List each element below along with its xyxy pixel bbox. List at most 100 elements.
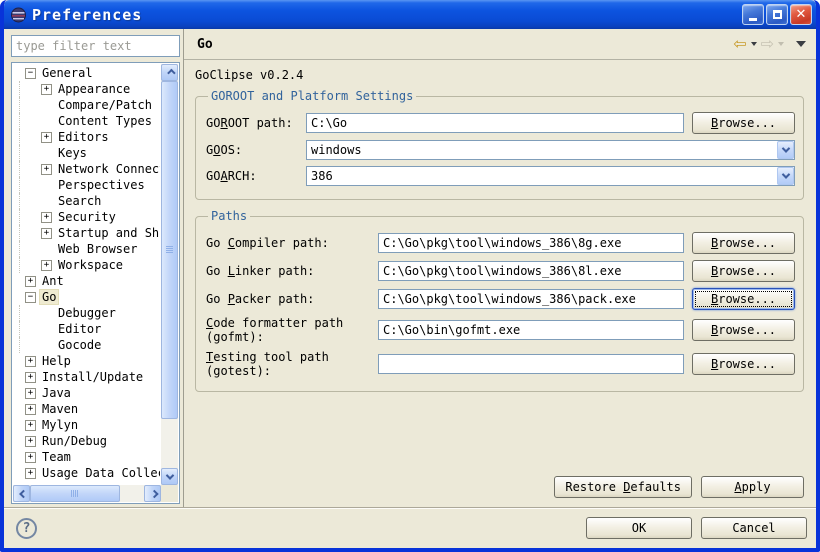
- restore-defaults-button[interactable]: Restore Defaults: [554, 476, 692, 498]
- tree-item-go[interactable]: −Go: [13, 289, 160, 305]
- vertical-scroll-thumb[interactable]: [161, 81, 178, 419]
- tree-item-usage-data-collect[interactable]: +Usage Data Collect: [13, 465, 160, 481]
- expand-icon[interactable]: +: [25, 452, 36, 463]
- code-formatter-path-gofmt-browse-button[interactable]: Browse...: [692, 319, 795, 341]
- expand-icon[interactable]: +: [41, 212, 52, 223]
- tree-indent-guide: [19, 113, 40, 129]
- maximize-button[interactable]: [766, 4, 788, 25]
- tree-item-web-browser[interactable]: Web Browser: [13, 241, 160, 257]
- tree-item-editors[interactable]: +Editors: [13, 129, 160, 145]
- tree-item-appearance[interactable]: +Appearance: [13, 81, 160, 97]
- field-row: GOROOT path: Browse...: [206, 112, 795, 134]
- tree-item-java[interactable]: +Java: [13, 385, 160, 401]
- expand-icon[interactable]: +: [41, 164, 52, 175]
- tree-item-mylyn[interactable]: +Mylyn: [13, 417, 160, 433]
- tree-item-debugger[interactable]: Debugger: [13, 305, 160, 321]
- help-button[interactable]: ?: [16, 518, 37, 539]
- tree-item-ant[interactable]: +Ant: [13, 273, 160, 289]
- question-mark-icon: ?: [23, 521, 31, 536]
- expand-icon[interactable]: +: [41, 228, 52, 239]
- tree-indent-guide: [19, 161, 40, 177]
- expand-icon[interactable]: +: [41, 132, 52, 143]
- close-button[interactable]: ✕: [790, 4, 812, 25]
- expand-icon[interactable]: +: [25, 436, 36, 447]
- view-menu-icon[interactable]: [796, 41, 806, 47]
- expand-icon[interactable]: +: [41, 84, 52, 95]
- tree-item-workspace[interactable]: +Workspace: [13, 257, 160, 273]
- expand-icon[interactable]: +: [25, 276, 36, 287]
- expand-icon[interactable]: +: [25, 356, 36, 367]
- go-linker-path-input[interactable]: [378, 261, 684, 281]
- go-compiler-path-input[interactable]: [378, 233, 684, 253]
- goarch-combo[interactable]: 386: [306, 166, 795, 186]
- tree-item-network-connect[interactable]: +Network Connect: [13, 161, 160, 177]
- goroot-path-input[interactable]: [306, 113, 684, 133]
- goos-combo[interactable]: windows: [306, 140, 795, 160]
- expand-icon[interactable]: +: [25, 420, 36, 431]
- tree-item-label: Search: [56, 194, 103, 208]
- plugin-version-label: GoClipse v0.2.4: [195, 68, 806, 82]
- collapse-icon[interactable]: −: [25, 292, 36, 303]
- expand-icon[interactable]: +: [41, 260, 52, 271]
- titlebar[interactable]: Preferences ✕: [4, 0, 816, 29]
- tree-item-install-update[interactable]: +Install/Update: [13, 369, 160, 385]
- tree-indent-guide: [19, 369, 24, 385]
- field-row: Go Compiler path:Browse...: [206, 232, 795, 254]
- scroll-left-button[interactable]: [13, 485, 30, 502]
- tree-item-content-types[interactable]: Content Types: [13, 113, 160, 129]
- tree-item-startup-and-shu[interactable]: + Startup and Shu: [13, 225, 160, 241]
- horizontal-scroll-track[interactable]: [120, 485, 144, 502]
- scroll-up-button[interactable]: [161, 64, 178, 81]
- combo-dropdown-button[interactable]: [777, 141, 794, 159]
- tree-item-perspectives[interactable]: Perspectives: [13, 177, 160, 193]
- goroot-path-label: GOROOT path:: [206, 116, 306, 130]
- go-packer-path-input[interactable]: [378, 289, 684, 309]
- tree-item-keys[interactable]: Keys: [13, 145, 160, 161]
- filter-input[interactable]: [11, 35, 180, 57]
- tree-item-security[interactable]: + Security: [13, 209, 160, 225]
- scrollbar-corner: [161, 485, 178, 502]
- field-row: Go Linker path:Browse...: [206, 260, 795, 282]
- tree-item-search[interactable]: Search: [13, 193, 160, 209]
- expand-icon[interactable]: +: [25, 404, 36, 415]
- testing-tool-path-gotest-browse-button[interactable]: Browse...: [692, 353, 795, 375]
- testing-tool-path-gotest-input[interactable]: [378, 354, 684, 374]
- scroll-right-button[interactable]: [144, 485, 161, 502]
- tree-item-label: General: [40, 66, 95, 80]
- tree-item-maven[interactable]: +Maven: [13, 401, 160, 417]
- tree-item-team[interactable]: +Team: [13, 449, 160, 465]
- forward-button[interactable]: ⇨: [761, 36, 774, 52]
- expand-icon[interactable]: +: [25, 468, 36, 479]
- horizontal-scroll-thumb[interactable]: [30, 485, 120, 502]
- tree-item-editor[interactable]: Editor: [13, 321, 160, 337]
- tree-item-run-debug[interactable]: +Run/Debug: [13, 433, 160, 449]
- combo-dropdown-button[interactable]: [777, 167, 794, 185]
- tree-item-compare-patch[interactable]: Compare/Patch: [13, 97, 160, 113]
- expand-icon[interactable]: +: [25, 372, 36, 383]
- ok-button[interactable]: OK: [586, 517, 692, 539]
- forward-history-dropdown-icon[interactable]: [778, 42, 784, 46]
- tree-item-help[interactable]: +Help: [13, 353, 160, 369]
- tree-item-general[interactable]: −General: [13, 65, 160, 81]
- preference-page: Go ⇦ ⇨ GoClipse v0.2.4 GOROOT and Platfo…: [184, 29, 816, 507]
- tree-item-label: Keys: [56, 146, 89, 160]
- tree-indent-guide: [19, 385, 24, 401]
- expand-icon[interactable]: +: [25, 388, 36, 399]
- back-history-dropdown-icon[interactable]: [751, 42, 757, 46]
- tree-item-label: Security: [56, 210, 118, 224]
- go-packer-path-browse-button[interactable]: Browse...: [692, 288, 795, 310]
- back-button[interactable]: ⇦: [733, 36, 746, 52]
- tree-vertical-scrollbar[interactable]: [161, 64, 178, 485]
- apply-button[interactable]: Apply: [701, 476, 804, 498]
- go-compiler-path-browse-button[interactable]: Browse...: [692, 232, 795, 254]
- tree-item-label: Startup and Shu: [56, 226, 160, 240]
- scroll-down-button[interactable]: [161, 468, 178, 485]
- cancel-button[interactable]: Cancel: [701, 517, 807, 539]
- tree-item-gocode[interactable]: Gocode: [13, 337, 160, 353]
- code-formatter-path-gofmt-input[interactable]: [378, 320, 684, 340]
- minimize-button[interactable]: [742, 4, 764, 25]
- collapse-icon[interactable]: −: [25, 68, 36, 79]
- go-linker-path-browse-button[interactable]: Browse...: [692, 260, 795, 282]
- goroot-path-browse-button[interactable]: Browse...: [692, 112, 795, 134]
- tree-horizontal-scrollbar[interactable]: [13, 485, 161, 502]
